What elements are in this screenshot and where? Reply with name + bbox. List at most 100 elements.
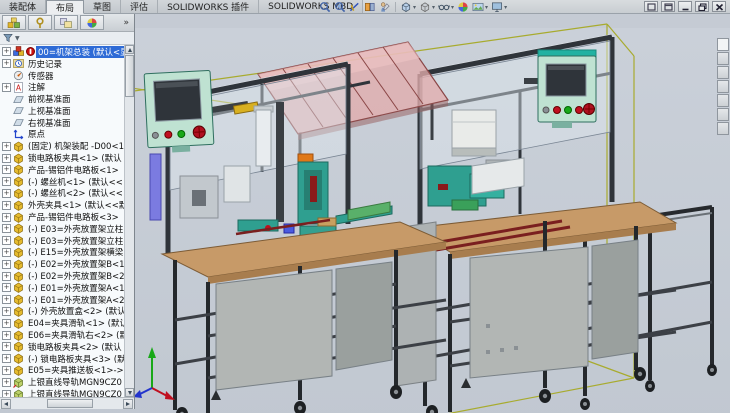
tree-expand-toggle[interactable]: +	[2, 331, 11, 340]
command-tab-1[interactable]: 装配体	[0, 0, 46, 13]
section-view-icon[interactable]	[363, 1, 377, 14]
scroll-left-arrow[interactable]	[1, 399, 11, 409]
task-pane-design-library-button[interactable]	[717, 52, 729, 65]
doc-window-restore-button[interactable]	[644, 1, 658, 12]
tree-item[interactable]: +产品-锡铝件电路板<3>	[0, 211, 124, 223]
tree-expand-toggle[interactable]: +	[2, 83, 11, 92]
command-tab-3[interactable]: 草图	[84, 0, 121, 13]
tree-item-label: (-) 螺丝机<1> (默认<<	[26, 176, 124, 188]
window-controls	[644, 1, 726, 12]
panel-tab-overflow[interactable]: »	[120, 18, 132, 28]
tree-expand-toggle[interactable]: +	[2, 59, 11, 68]
task-pane-forum-button[interactable]	[717, 122, 729, 135]
property-manager-tab[interactable]	[28, 15, 52, 30]
task-pane-file-explorer-button[interactable]	[717, 66, 729, 79]
tree-item[interactable]: +(-) 锁电路板夹具<3> (默	[0, 353, 124, 365]
tree-horizontal-scrollbar[interactable]	[0, 397, 134, 409]
tree-item[interactable]: +(-) 外壳放置盒<2> (默认	[0, 306, 124, 318]
configuration-manager-tab[interactable]	[54, 15, 78, 30]
tree-item[interactable]: +(-) E02=外壳放置架B<1	[0, 258, 124, 270]
horizontal-scroll-thumb[interactable]	[47, 399, 93, 408]
tree-expand-toggle[interactable]: +	[2, 307, 11, 316]
featuremanager-tree-tab[interactable]	[2, 15, 26, 30]
tree-item[interactable]: +A注解	[0, 81, 124, 93]
tree-item[interactable]: 右视基准面	[0, 117, 124, 129]
vertical-scroll-thumb[interactable]	[125, 55, 134, 97]
command-tab-2[interactable]: 布局	[46, 0, 84, 14]
view-settings-icon[interactable]: ▾	[490, 1, 508, 14]
command-tab-4[interactable]: 评估	[121, 0, 158, 13]
tree-expand-toggle[interactable]: +	[2, 354, 11, 363]
tree-expand-toggle[interactable]: +	[2, 177, 11, 186]
hide-show-items-icon[interactable]: ▾	[437, 1, 455, 14]
tree-item[interactable]: +(-) E15=外壳放置架横梁	[0, 247, 124, 259]
tree-item[interactable]: +锁电路板夹具<2> (默认	[0, 341, 124, 353]
minimize-button[interactable]	[678, 1, 692, 12]
tree-item[interactable]: +00=机架总装 (默认<显	[0, 46, 124, 58]
tree-expand-toggle[interactable]: +	[2, 295, 11, 304]
tree-expand-toggle[interactable]: +	[2, 283, 11, 292]
tree-expand-toggle[interactable]: +	[2, 319, 11, 328]
tree-item[interactable]: 前视基准面	[0, 93, 124, 105]
task-pane-appearances-scenes-button[interactable]	[717, 94, 729, 107]
tree-item[interactable]: +E06=夹具滑轨右<2> (默	[0, 329, 124, 341]
tree-expand-toggle[interactable]: +	[2, 390, 11, 398]
scroll-down-arrow[interactable]	[125, 388, 134, 397]
doc-window-new-button[interactable]	[661, 1, 675, 12]
close-button[interactable]	[712, 1, 726, 12]
scroll-up-arrow[interactable]	[125, 45, 134, 54]
tree-item[interactable]: +(固定) 机架装配 -D00<1	[0, 140, 124, 152]
display-style-icon[interactable]: ▾	[418, 1, 436, 14]
tree-item[interactable]: +上银直线导轨MGN9CZ0	[0, 376, 124, 388]
restore-button[interactable]	[695, 1, 709, 12]
apply-scene-icon[interactable]: ▾	[471, 1, 489, 14]
command-tab-5[interactable]: SOLIDWORKS 插件	[158, 0, 259, 13]
tree-expand-toggle[interactable]: +	[2, 142, 11, 151]
tree-expand-toggle[interactable]: +	[2, 224, 11, 233]
tree-expand-toggle[interactable]: +	[2, 248, 11, 257]
tree-item[interactable]: +外壳夹具<1> (默认<<默	[0, 199, 124, 211]
tree-expand-toggle[interactable]: +	[2, 201, 11, 210]
view-orientation-icon[interactable]: ▾	[399, 1, 417, 14]
tree-item[interactable]: 传感器	[0, 70, 124, 82]
tree-expand-toggle[interactable]: +	[2, 213, 11, 222]
tree-vertical-scrollbar[interactable]	[124, 45, 134, 397]
tree-expand-toggle[interactable]: +	[2, 366, 11, 375]
tree-expand-toggle[interactable]: +	[2, 378, 11, 387]
filter-dropdown-arrow[interactable]: ▼	[15, 35, 20, 42]
tree-item[interactable]: +产品-锡铝件电路板<1>	[0, 164, 124, 176]
tree-expand-toggle[interactable]: +	[2, 154, 11, 163]
tree-expand-toggle[interactable]: +	[2, 47, 11, 56]
zoom-to-fit-icon[interactable]	[318, 1, 332, 14]
tree-item[interactable]: + (-) 螺丝机<1> (默认<<	[0, 176, 124, 188]
tree-filter-row[interactable]: ▼	[0, 32, 134, 45]
tree-expand-toggle[interactable]: +	[2, 342, 11, 351]
tree-expand-toggle[interactable]: +	[2, 236, 11, 245]
tree-item[interactable]: +锁电路板夹具<1> (默认	[0, 152, 124, 164]
tree-item[interactable]: +E04=夹具滑轨<1> (默认	[0, 317, 124, 329]
edit-appearance-icon[interactable]	[456, 1, 470, 14]
annotation-view-icon[interactable]	[378, 1, 392, 14]
tree-expand-toggle[interactable]: +	[2, 260, 11, 269]
tree-expand-toggle[interactable]: +	[2, 272, 11, 281]
tree-item[interactable]: +E05=夹具推送板<1>->	[0, 365, 124, 377]
tree-item[interactable]: +(-) E03=外壳放置架立柱	[0, 235, 124, 247]
display-manager-tab[interactable]	[80, 15, 104, 30]
scroll-right-arrow[interactable]	[123, 399, 133, 409]
tree-item[interactable]: +(-) E02=外壳放置架B<2	[0, 270, 124, 282]
tree-item[interactable]: +历史记录	[0, 58, 124, 70]
tree-item[interactable]: +上银直线导轨MGN9CZ0	[0, 388, 124, 397]
tree-item[interactable]: +(-) E01=外壳放置架A<2	[0, 294, 124, 306]
tree-item[interactable]: +(-) E01=外壳放置架A<1	[0, 282, 124, 294]
tree-item[interactable]: +(-) E03=外壳放置架立柱	[0, 223, 124, 235]
zoom-to-area-icon[interactable]	[333, 1, 347, 14]
tree-expand-toggle[interactable]: +	[2, 165, 11, 174]
task-pane-solidworks-resources-button[interactable]	[717, 38, 729, 51]
task-pane-view-palette-button[interactable]	[717, 80, 729, 93]
tree-expand-toggle[interactable]: +	[2, 189, 11, 198]
tree-item[interactable]: +(-) 螺丝机<2> (默认<<	[0, 188, 124, 200]
tree-item[interactable]: 原点	[0, 129, 124, 141]
task-pane-custom-properties-button[interactable]	[717, 108, 729, 121]
tree-item[interactable]: 上视基准面	[0, 105, 124, 117]
measure-icon[interactable]	[348, 1, 362, 14]
